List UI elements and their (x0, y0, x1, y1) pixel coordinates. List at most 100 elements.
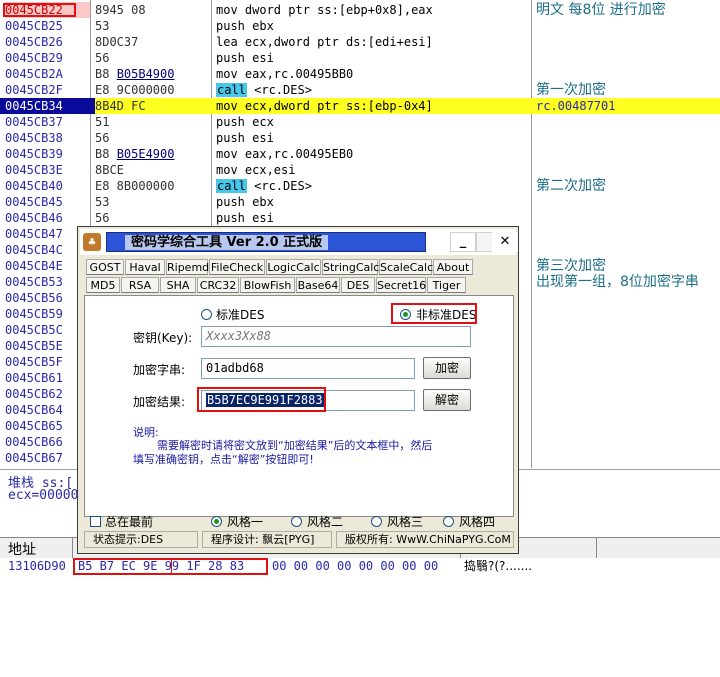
disasm-hex-bytes: 56 (95, 211, 110, 225)
tab-row-1: GOST Haval Ripemd FileCheck LogicCalc StringC… (86, 259, 512, 276)
result-input[interactable]: B5B7EC9E991F2883 (201, 390, 415, 411)
key-label: 密钥(Key): (133, 331, 193, 345)
tab-md5[interactable]: MD5 (86, 277, 120, 293)
disasm-hex: 56 (95, 130, 109, 146)
call-target: <rc.DES> (246, 83, 312, 97)
disasm-row[interactable]: 0045CB3E 8BCE mov ecx,esi (0, 162, 720, 178)
disasm-row[interactable]: 0045CB34 8B4D FC mov ecx,dword ptr ss:[ebp… (0, 98, 720, 114)
call-keyword: call (216, 179, 247, 193)
disasm-row[interactable]: 0045CB22 8945 08 mov dword ptr ss:[ebp+0x8… (0, 2, 720, 18)
disasm-address: 0045CB25 (5, 19, 63, 33)
disasm-row[interactable]: 0045CB40 E8 8B000000 call <rc.DES> 第二次加密 (0, 178, 720, 194)
disasm-hex-bytes: 8D0C37 (95, 35, 139, 49)
dump-address-header: 地址 (8, 542, 36, 558)
tab-tiger[interactable]: Tiger (427, 277, 466, 293)
disasm-hex: 8945 08 (95, 2, 146, 18)
disasm-instruction: lea ecx,dword ptr ds:[edi+esi] (216, 35, 433, 49)
tab-stringcalc[interactable]: StringCalc (322, 259, 379, 275)
disasm-comment: 明文 每8位 进行加密 (536, 2, 666, 18)
disasm-row[interactable]: 0045CB2F E8 9C000000 call <rc.DES> 第一次加密 (0, 82, 720, 98)
disasm-hex-bytes: 53 (95, 19, 110, 33)
tab-logiccalc[interactable]: LogicCalc (266, 259, 321, 275)
disasm-comment: 第一次加密 (536, 82, 606, 98)
tab-sha[interactable]: SHA (160, 277, 196, 293)
disasm-hex-bytes: B8 (95, 67, 117, 81)
always-on-top-checkbox[interactable] (90, 516, 101, 527)
status-designer: 程序设计: 飘云[PYG] (202, 531, 332, 548)
style-2-radio[interactable] (291, 516, 302, 527)
disasm-address: 0045CB45 (5, 195, 63, 209)
tab-about[interactable]: About (433, 259, 473, 275)
decrypt-button[interactable]: 解密 (423, 389, 471, 411)
disasm-row[interactable]: 0045CB29 56 push esi (0, 50, 720, 66)
disasm-hex: 53 (95, 18, 109, 34)
disasm-hex: 8D0C37 (95, 34, 138, 50)
disasm-row[interactable]: 0045CB25 53 push ebx (0, 18, 720, 34)
disasm-row[interactable]: 0045CB46 56 push esi (0, 210, 720, 226)
disasm-row[interactable]: 0045CB2A B8 B05B4900 mov eax,rc.00495BB0 (0, 66, 720, 82)
dump-row[interactable]: 13106D90 B5 B7 EC 9E 99 1F 28 83 00 00 0… (0, 558, 720, 575)
radio-nonstandard-des[interactable] (400, 309, 411, 320)
disasm-hex-bytes: B8 (95, 147, 117, 161)
tab-haval[interactable]: Haval (125, 259, 165, 275)
status-copyright: 版权所有: WwW.ChiNaPYG.CoM (336, 531, 514, 548)
disasm-hex: E8 8B000000 (95, 178, 174, 194)
encrypt-button[interactable]: 加密 (423, 357, 471, 379)
tab-secret16[interactable]: Secret16 (376, 277, 426, 293)
note-line-1: 需要解密时请将密文放到“加密结果”后的文本框中，然后 (157, 439, 433, 452)
close-button[interactable]: ✕ (492, 232, 518, 252)
title-bar[interactable]: ♣ 密码学综合工具 Ver 2.0 正式版 _ ✕ (80, 229, 518, 255)
disasm-row[interactable]: 0045CB37 51 push ecx (0, 114, 720, 130)
disasm-instruction: mov eax,rc.00495BB0 (216, 67, 354, 81)
tab-gost[interactable]: GOST (86, 259, 124, 275)
des-panel: 标准DES 非标准DES 密钥(Key): Xxxx3Xx88 加密字串: 01… (84, 295, 514, 517)
disasm-instruction: push esi (216, 131, 274, 145)
always-on-top-label: 总在最前 (105, 515, 154, 529)
disasm-hex-link[interactable]: B05B4900 (117, 67, 175, 81)
style-3-radio[interactable] (371, 516, 382, 527)
disasm-row[interactable]: 0045CB39 B8 B05E4900 mov eax,rc.00495EB0 (0, 146, 720, 162)
disasm-address: 0045CB22 (5, 2, 90, 18)
result-selected-text: B5B7EC9E991F2883 (206, 393, 324, 407)
tab-ripemd[interactable]: Ripemd (166, 259, 209, 275)
tab-rsa[interactable]: RSA (121, 277, 159, 293)
disasm-hex-bytes: 8BCE (95, 163, 124, 177)
style-3-label: 风格三 (387, 515, 424, 529)
disasm-instruction: mov ecx,dword ptr ss:[ebp-0x4] (216, 99, 433, 113)
disasm-instruction: mov eax,rc.00495EB0 (216, 147, 354, 161)
key-input[interactable]: Xxxx3Xx88 (201, 326, 471, 347)
result-label: 加密结果: (133, 395, 186, 409)
dump-bytes-highlighted: B5 B7 EC 9E 99 1F 28 83 (78, 559, 245, 573)
plaintext-label: 加密字串: (133, 363, 186, 377)
disasm-row[interactable]: 0045CB45 53 push ebx (0, 194, 720, 210)
tab-des[interactable]: DES (341, 277, 375, 293)
style-1-radio[interactable] (211, 516, 222, 527)
plaintext-input[interactable]: 01adbd68 (201, 358, 415, 379)
disasm-row[interactable]: 0045CB38 56 push esi (0, 130, 720, 146)
dump-row-address: 13106D90 (8, 559, 66, 573)
disasm-instruction: push esi (216, 211, 274, 225)
disasm-hex: 51 (95, 114, 109, 130)
tab-blowfish[interactable]: BlowFish (240, 277, 295, 293)
radio-standard-des-label: 标准DES (216, 308, 265, 322)
call-keyword: call (216, 83, 247, 97)
disasm-address: 0045CB29 (5, 51, 63, 65)
crypto-tool-window[interactable]: ♣ 密码学综合工具 Ver 2.0 正式版 _ ✕ GOST Haval Ripem… (77, 226, 519, 554)
disasm-row[interactable]: 0045CB26 8D0C37 lea ecx,dword ptr ds:[edi+… (0, 34, 720, 50)
disasm-hex-link[interactable]: B05E4900 (117, 147, 175, 161)
radio-standard-des[interactable] (201, 309, 212, 320)
tab-scalecalc[interactable]: ScaleCalc (379, 259, 433, 275)
dump-ascii: 捣翳?(?....... (464, 559, 533, 573)
style-1-label: 风格一 (227, 515, 264, 529)
status-hint: 状态提示:DES (84, 531, 198, 548)
disasm-hex-bytes: 8B4D FC (95, 99, 146, 113)
disasm-hex-bytes: 56 (95, 131, 110, 145)
style-4-radio[interactable] (443, 516, 454, 527)
disasm-hex-bytes: 8945 08 (95, 3, 146, 17)
tab-filecheck[interactable]: FileCheck (209, 259, 265, 275)
disasm-instruction: push ebx (216, 19, 274, 33)
minimize-button[interactable]: _ (450, 232, 476, 252)
disasm-comment: 第二次加密 (536, 178, 606, 194)
tab-base64[interactable]: Base64 (296, 277, 340, 293)
tab-crc32[interactable]: CRC32 (197, 277, 239, 293)
